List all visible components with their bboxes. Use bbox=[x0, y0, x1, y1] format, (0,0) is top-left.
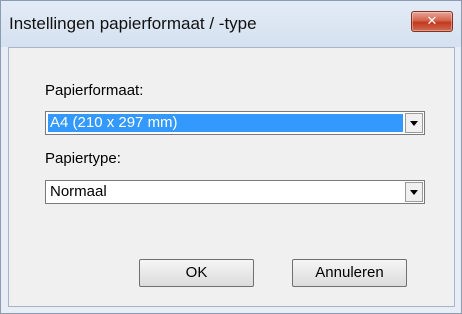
paper-type-dropdown[interactable]: Normaal bbox=[45, 180, 425, 204]
paper-size-label: Papierformaat: bbox=[45, 82, 144, 99]
ok-button[interactable]: OK bbox=[139, 259, 254, 287]
paper-size-dropdown[interactable]: A4 (210 x 297 mm) bbox=[45, 111, 425, 135]
paper-type-label: Papiertype: bbox=[45, 150, 121, 167]
dialog-window: Instellingen papierformaat / -type ✕ Pap… bbox=[0, 0, 462, 314]
dialog-content: Papierformaat: A4 (210 x 297 mm) Papiert… bbox=[8, 47, 455, 307]
chevron-down-icon[interactable] bbox=[405, 182, 423, 202]
chevron-down-icon[interactable] bbox=[405, 113, 423, 133]
window-bottom-border bbox=[1, 307, 461, 313]
paper-size-value: A4 (210 x 297 mm) bbox=[48, 114, 403, 132]
cancel-button[interactable]: Annuleren bbox=[292, 259, 407, 287]
paper-type-value: Normaal bbox=[50, 183, 107, 200]
window-title: Instellingen papierformaat / -type bbox=[9, 14, 257, 33]
title-bar[interactable]: Instellingen papierformaat / -type ✕ bbox=[1, 1, 461, 47]
close-icon: ✕ bbox=[426, 14, 438, 29]
close-button[interactable]: ✕ bbox=[411, 11, 453, 32]
